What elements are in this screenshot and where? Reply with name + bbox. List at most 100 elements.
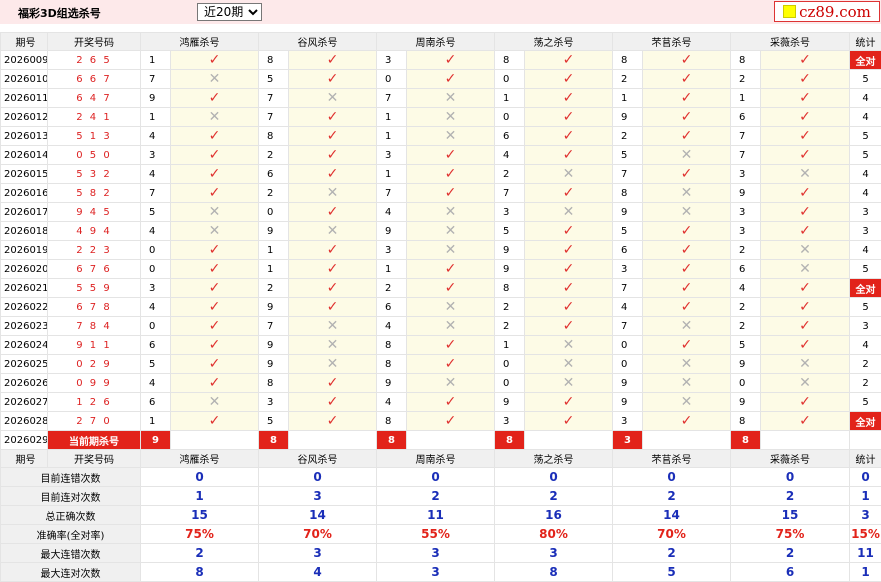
current-kill-number: 9 (140, 430, 171, 450)
stats-value: 80% (494, 524, 613, 544)
draw-number: 4 9 4 (47, 221, 141, 241)
draw-number: 5 5 9 (47, 278, 141, 298)
check-icon: ✓ (288, 50, 377, 70)
kill-number: 4 (140, 297, 171, 317)
table-row: 2026025 0 2 9 5 ✓ 9 ✕ 8 ✓ 0 ✕ 0 ✕ 9 ✕ 2 (0, 354, 881, 374)
stats-value: 3 (376, 543, 495, 563)
logo-square-icon (783, 5, 797, 18)
stats-value: 8 (140, 562, 259, 582)
stats-value: 16 (494, 505, 613, 525)
header-expert: 荡之杀号 (494, 32, 613, 51)
kill-number: 9 (730, 392, 761, 412)
kill-number: 5 (730, 335, 761, 355)
check-icon: ✓ (406, 145, 495, 165)
check-icon: ✓ (288, 259, 377, 279)
stats-row: 目前连错次数 0 0 0 0 0 0 0 (0, 467, 881, 487)
table-row: 2026012 2 4 1 1 ✕ 7 ✓ 1 ✕ 0 ✓ 9 ✓ 6 ✓ 4 (0, 107, 881, 127)
kill-number: 5 (258, 411, 289, 431)
issue-number: 2026026 (0, 373, 48, 393)
stats-value: 15 (730, 505, 850, 525)
check-icon: ✓ (760, 69, 850, 89)
check-icon: ✓ (642, 297, 731, 317)
check-icon: ✓ (170, 183, 259, 203)
stats-label: 最大连对次数 (0, 562, 141, 582)
check-icon: ✓ (642, 69, 731, 89)
cross-icon: ✕ (406, 373, 495, 393)
stats-value: 5 (612, 562, 731, 582)
issue-number: 2026020 (0, 259, 48, 279)
stats-total: 1 (849, 486, 881, 506)
draw-number: 6 4 7 (47, 88, 141, 108)
check-icon: ✓ (406, 69, 495, 89)
check-icon: ✓ (170, 411, 259, 431)
kill-number: 8 (612, 50, 643, 70)
all-correct-badge: 全对 (849, 278, 881, 298)
kill-number: 1 (376, 107, 407, 127)
header-expert: 荡之杀号 (494, 449, 613, 468)
kill-number: 0 (730, 373, 761, 393)
kill-number: 5 (612, 221, 643, 241)
stats-row: 最大连错次数 2 3 3 3 2 2 11 (0, 543, 881, 563)
draw-number: 2 7 0 (47, 411, 141, 431)
kill-number: 8 (730, 50, 761, 70)
cross-icon: ✕ (760, 259, 850, 279)
stats-value: 0 (376, 467, 495, 487)
period-select[interactable]: 近20期 (197, 3, 262, 21)
cross-icon: ✕ (406, 297, 495, 317)
kill-number: 3 (376, 240, 407, 260)
row-stat: 5 (849, 297, 881, 317)
kill-number: 1 (258, 259, 289, 279)
kill-number: 1 (140, 411, 171, 431)
row-stat: 4 (849, 164, 881, 184)
table-row: 2026028 2 7 0 1 ✓ 5 ✓ 8 ✓ 3 ✓ 3 ✓ 8 ✓ 全对 (0, 411, 881, 431)
kill-number: 4 (376, 392, 407, 412)
kill-number: 9 (140, 88, 171, 108)
header-expert: 周南杀号 (376, 32, 495, 51)
current-kill-spacer (642, 430, 731, 450)
check-icon: ✓ (760, 107, 850, 127)
current-period-row: 2026029 当前期杀号 9 8 8 8 3 8 (0, 430, 881, 450)
stats-value: 0 (730, 467, 850, 487)
kill-number: 1 (140, 107, 171, 127)
kill-number: 7 (258, 88, 289, 108)
kill-number: 3 (140, 145, 171, 165)
cross-icon: ✕ (288, 221, 377, 241)
table-row: 2026010 6 6 7 7 ✕ 5 ✓ 0 ✓ 0 ✓ 2 ✓ 2 ✓ 5 (0, 69, 881, 89)
cross-icon: ✕ (524, 335, 613, 355)
check-icon: ✓ (642, 88, 731, 108)
kill-number: 2 (494, 297, 525, 317)
stats-label: 最大连错次数 (0, 543, 141, 563)
cross-icon: ✕ (642, 373, 731, 393)
check-icon: ✓ (406, 50, 495, 70)
kill-number: 9 (494, 240, 525, 260)
current-kill-spacer (406, 430, 495, 450)
row-stat: 4 (849, 88, 881, 108)
check-icon: ✓ (170, 297, 259, 317)
table-row: 2026024 9 1 1 6 ✓ 9 ✕ 8 ✓ 1 ✕ 0 ✓ 5 ✓ 4 (0, 335, 881, 355)
header-expert: 采薇杀号 (730, 32, 850, 51)
check-icon: ✓ (760, 278, 850, 298)
draw-number: 6 6 7 (47, 69, 141, 89)
stats-label: 总正确次数 (0, 505, 141, 525)
kill-number: 6 (494, 126, 525, 146)
check-icon: ✓ (406, 259, 495, 279)
current-kill-label: 当前期杀号 (47, 430, 141, 450)
draw-number: 7 8 4 (47, 316, 141, 336)
check-icon: ✓ (288, 297, 377, 317)
kill-number: 7 (494, 183, 525, 203)
kill-number: 0 (494, 373, 525, 393)
check-icon: ✓ (524, 183, 613, 203)
stats-value: 70% (612, 524, 731, 544)
check-icon: ✓ (524, 259, 613, 279)
cross-icon: ✕ (642, 392, 731, 412)
stats-value: 2 (140, 543, 259, 563)
cross-icon: ✕ (524, 164, 613, 184)
kill-number: 1 (612, 88, 643, 108)
cross-icon: ✕ (406, 88, 495, 108)
cross-icon: ✕ (170, 202, 259, 222)
kill-number: 3 (730, 221, 761, 241)
row-stat: 3 (849, 221, 881, 241)
kill-number: 7 (258, 107, 289, 127)
issue-number: 2026027 (0, 392, 48, 412)
site-logo[interactable]: cz89.com (774, 1, 880, 22)
